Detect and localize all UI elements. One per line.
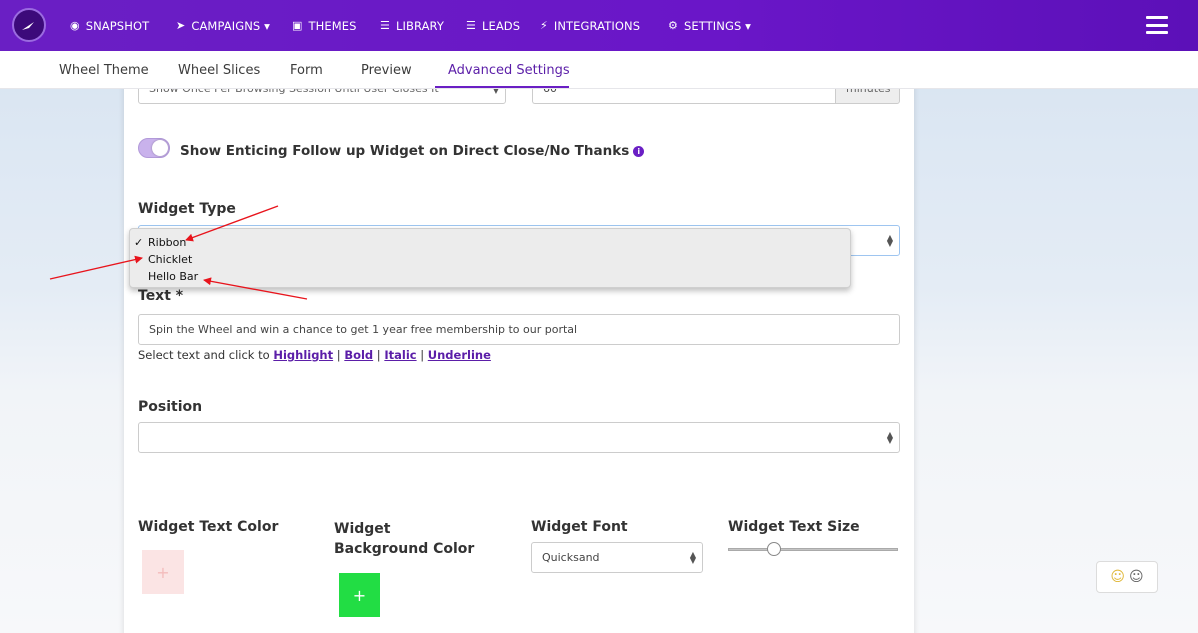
tab-advanced-settings[interactable]: Advanced Settings <box>448 51 570 89</box>
tab-form[interactable]: Form <box>290 51 323 89</box>
widget-text-input[interactable]: Spin the Wheel and win a chance to get 1… <box>138 314 900 345</box>
app-logo[interactable] <box>12 8 46 42</box>
feedback-widget[interactable]: ☺ ☺ <box>1096 561 1158 593</box>
font-select[interactable]: Quicksand ▲ ▼ <box>531 542 703 573</box>
nav-leads[interactable]: ☰ LEADS <box>466 0 520 51</box>
option-ribbon-label: Ribbon <box>148 236 187 249</box>
smiley-icon: ☺ <box>1129 569 1144 585</box>
hint-separator: | <box>416 348 428 362</box>
nav-campaigns[interactable]: ➤ CAMPAIGNS ▾ <box>176 0 270 51</box>
send-icon: ➤ <box>176 19 186 32</box>
tab-preview[interactable]: Preview <box>361 51 412 89</box>
option-hello-bar-label: Hello Bar <box>148 270 199 283</box>
followup-widget-label: Show Enticing Follow up Widget on Direct… <box>180 143 645 159</box>
nav-settings-label: SETTINGS ▾ <box>683 18 752 33</box>
tab-wheel-theme[interactable]: Wheel Theme <box>59 51 149 89</box>
nav-library-label: LIBRARY <box>395 18 445 33</box>
text-size-slider-track[interactable] <box>728 548 898 551</box>
italic-link[interactable]: Italic <box>384 348 416 362</box>
checkmark-icon: ✓ <box>134 236 144 249</box>
nav-integrations-label: INTEGRATIONS <box>553 18 641 33</box>
nav-themes[interactable]: ▣ THEMES <box>292 0 357 51</box>
hint-prefix: Select text and click to <box>138 348 274 362</box>
emoji-add-icon: ☺ <box>1110 569 1125 585</box>
select-arrows-icon: ▲▼ <box>689 549 696 565</box>
followup-widget-text: Show Enticing Follow up Widget on Direct… <box>180 143 630 159</box>
nav-snapshot-label: SNAPSHOT <box>85 18 150 33</box>
settings-card: Show Once Per Browsing Session Until Use… <box>124 72 914 633</box>
gears-icon: ⚙ <box>668 19 678 32</box>
wheel-logo-icon <box>22 22 34 30</box>
toggle-knob <box>152 140 168 156</box>
nav-themes-label: THEMES <box>308 18 357 33</box>
list-icon: ☰ <box>466 19 476 32</box>
hamburger-menu-icon[interactable] <box>1146 16 1168 34</box>
select-arrows-icon: ▲▼ <box>886 429 893 445</box>
plus-icon: + <box>352 585 367 605</box>
font-label: Widget Font <box>531 519 628 535</box>
select-arrows-icon: ▲▼ <box>886 232 893 248</box>
nav-settings[interactable]: ⚙ SETTINGS ▾ <box>668 0 751 51</box>
dashboard-icon: ◉ <box>70 19 80 32</box>
widget-text-value: Spin the Wheel and win a chance to get 1… <box>149 323 578 336</box>
nav-integrations[interactable]: ⚡ INTEGRATIONS <box>540 0 640 51</box>
text-color-picker[interactable]: + <box>142 550 184 594</box>
nav-campaigns-label: CAMPAIGNS ▾ <box>191 18 270 33</box>
highlight-link[interactable]: Highlight <box>273 348 333 362</box>
hint-separator: | <box>373 348 385 362</box>
text-label: Text * <box>138 288 184 304</box>
image-icon: ▣ <box>292 19 303 32</box>
nav-snapshot[interactable]: ◉ SNAPSHOT <box>70 0 149 51</box>
position-select[interactable]: ▲ ▼ <box>138 422 900 453</box>
widget-type-option-ribbon[interactable]: ✓ Ribbon <box>130 234 850 251</box>
plug-icon: ⚡ <box>540 19 548 32</box>
plus-icon: + <box>156 562 170 582</box>
active-tab-indicator <box>435 86 569 88</box>
font-value: Quicksand <box>542 551 600 564</box>
nav-library[interactable]: ☰ LIBRARY <box>380 0 444 51</box>
followup-widget-toggle[interactable] <box>138 138 170 158</box>
info-icon[interactable]: i <box>633 146 645 157</box>
widget-type-option-chicklet[interactable]: Chicklet <box>130 251 850 268</box>
tab-bar: Wheel Theme Wheel Slices Form Preview Ad… <box>0 51 1198 89</box>
formatting-hint: Select text and click to Highlight | Bol… <box>138 348 491 362</box>
text-size-slider-handle[interactable] <box>766 542 781 556</box>
hint-separator: | <box>333 348 345 362</box>
position-label: Position <box>138 399 203 415</box>
bg-color-label: Widget Background Color <box>334 521 475 557</box>
widget-type-option-hello-bar[interactable]: Hello Bar <box>130 268 850 285</box>
top-navbar: ◉ SNAPSHOT ➤ CAMPAIGNS ▾ ▣ THEMES ☰ LIBR… <box>0 0 1198 51</box>
underline-link[interactable]: Underline <box>428 348 491 362</box>
widget-type-dropdown: ✓ Ribbon Chicklet Hello Bar <box>129 228 851 288</box>
option-chicklet-label: Chicklet <box>148 253 193 266</box>
list-icon: ☰ <box>380 19 390 32</box>
text-size-label: Widget Text Size <box>728 519 860 535</box>
text-color-label: Widget Text Color <box>138 519 279 535</box>
widget-type-label: Widget Type <box>138 201 236 217</box>
bold-link[interactable]: Bold <box>344 348 373 362</box>
tab-wheel-slices[interactable]: Wheel Slices <box>178 51 260 89</box>
bg-color-picker[interactable]: + <box>339 573 380 617</box>
nav-leads-label: LEADS <box>481 18 521 33</box>
